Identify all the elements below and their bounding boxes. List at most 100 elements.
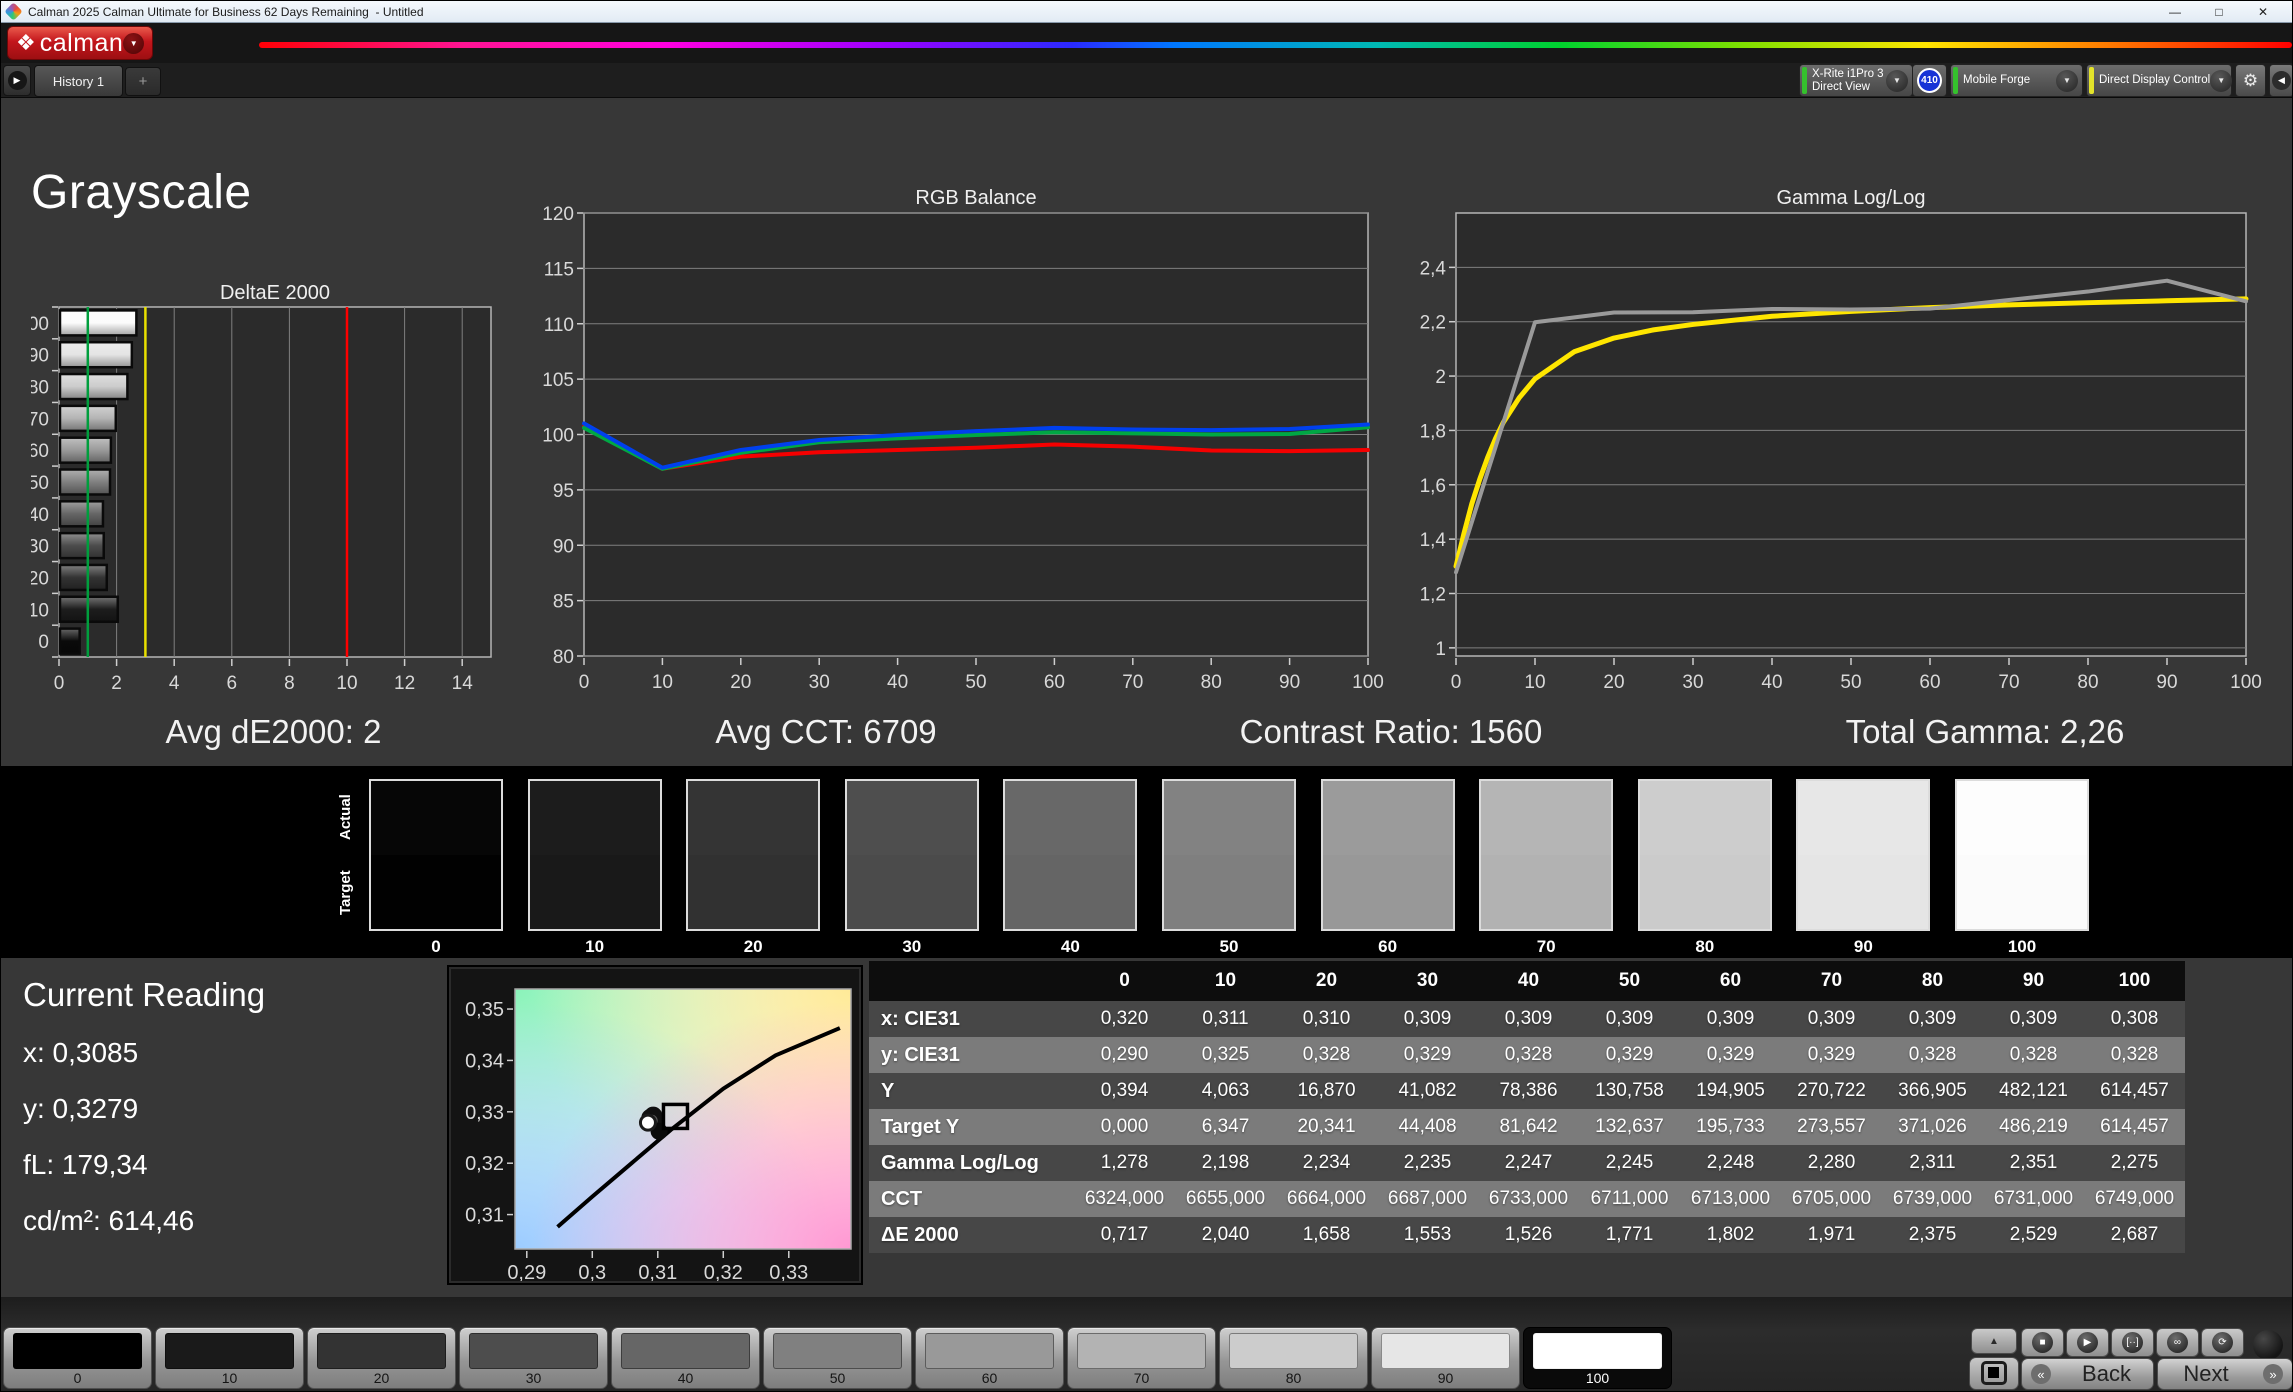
actual-patch: [529, 781, 660, 855]
pattern-button-80[interactable]: 80: [1219, 1327, 1368, 1389]
grayscale-swatch-20: 20: [686, 779, 821, 956]
source-status-stripe: [1953, 67, 1958, 94]
pattern-window-button[interactable]: [1969, 1357, 2019, 1390]
table-cell: 6713,000: [1680, 1181, 1781, 1217]
table-cell: 1,971: [1781, 1217, 1882, 1253]
table-cell: 78,386: [1478, 1073, 1579, 1109]
play-icon: ▶: [2077, 1332, 2098, 1353]
table-cell: 2,198: [1175, 1145, 1276, 1181]
svg-text:4: 4: [169, 673, 180, 694]
measurement-table: 0 10 20 30 40 50 60 70 80 90 100 x: CIE31 0,320 0,311…: [869, 961, 2185, 1253]
table-cell: 2,375: [1882, 1217, 1983, 1253]
table-cell: 2,235: [1377, 1145, 1478, 1181]
pattern-button-10[interactable]: 10: [155, 1327, 304, 1389]
gear-icon: ⚙: [2242, 70, 2259, 90]
meter-dropdown-display[interactable]: Direct Display Control ▼: [2086, 64, 2233, 97]
play-button[interactable]: ▶: [2066, 1328, 2109, 1357]
table-cell: 1,658: [1276, 1217, 1377, 1253]
svg-text:2: 2: [111, 673, 122, 694]
svg-text:1,4: 1,4: [1420, 530, 1447, 551]
add-tab-button[interactable]: +: [125, 67, 161, 96]
svg-text:70: 70: [1122, 672, 1143, 693]
svg-text:14: 14: [452, 673, 474, 694]
maximize-button[interactable]: □: [2212, 2, 2226, 22]
svg-text:0,33: 0,33: [769, 1262, 808, 1281]
svg-text:115: 115: [544, 259, 574, 280]
chevron-down-icon: ▼: [2210, 69, 2233, 92]
svg-text:10: 10: [336, 673, 357, 694]
pattern-button-20[interactable]: 20: [307, 1327, 456, 1389]
pattern-button-90[interactable]: 90: [1371, 1327, 1520, 1389]
tab-history-1[interactable]: History 1: [34, 65, 123, 97]
display-status-stripe: [2089, 67, 2094, 94]
pattern-button-40[interactable]: 40: [611, 1327, 760, 1389]
actual-patch: [1005, 781, 1136, 855]
table-cell: 6739,000: [1882, 1181, 1983, 1217]
close-button[interactable]: ✕: [2256, 2, 2270, 22]
next-button[interactable]: Next »: [2157, 1358, 2292, 1390]
stop-button[interactable]: ■: [2021, 1328, 2064, 1357]
svg-text:20: 20: [31, 568, 49, 589]
table-cell: 2,311: [1882, 1145, 1983, 1181]
swatch-level-label: 0: [431, 937, 441, 956]
deltae-2000-chart: DeltaE 2000 0 2 4 6 8 10 12 14 0 10 20 30 40 50 60 70 80 9…: [17, 281, 501, 701]
summary-stats: Avg dE2000: 2 Avg CCT: 6709 Contrast Rat…: [1, 701, 2292, 763]
svg-text:0: 0: [54, 673, 65, 694]
svg-text:80: 80: [1201, 672, 1222, 693]
stat-total-gamma: Total Gamma: 2,26: [1845, 713, 2125, 750]
table-cell: 0,328: [1882, 1037, 1983, 1073]
pattern-button-60[interactable]: 60: [915, 1327, 1064, 1389]
stop-icon: ■: [2032, 1332, 2053, 1353]
actual-patch: [1481, 781, 1612, 855]
minimize-button[interactable]: —: [2168, 2, 2182, 22]
pattern-up-button[interactable]: ▲: [1971, 1328, 2017, 1354]
meter-badge-button[interactable]: 410: [1912, 64, 1947, 97]
svg-text:10: 10: [1524, 672, 1545, 693]
pattern-button-100[interactable]: 100: [1523, 1327, 1672, 1389]
svg-text:30: 30: [1682, 672, 1703, 693]
calman-logo-icon: ❖: [16, 30, 36, 55]
calman-wordmark: calman: [39, 28, 124, 57]
table-cell: 366,905: [1882, 1073, 1983, 1109]
spectrum-bar: [259, 42, 2292, 48]
interval-button[interactable]: [··]: [2111, 1328, 2154, 1357]
pattern-label: 80: [1285, 1370, 1302, 1386]
actual-row-label: Actual: [337, 794, 354, 840]
svg-text:1,6: 1,6: [1420, 476, 1446, 497]
meter-count-badge: 410: [1917, 68, 1942, 93]
svg-text:90: 90: [553, 536, 574, 557]
actual-patch: [846, 781, 977, 855]
table-column-header: 70: [1781, 961, 1882, 1001]
svg-text:95: 95: [553, 481, 574, 502]
table-cell: 6705,000: [1781, 1181, 1882, 1217]
svg-text:10: 10: [652, 672, 673, 693]
svg-text:50: 50: [1840, 672, 1861, 693]
meter-dropdown-i1pro[interactable]: X-Rite i1Pro 3 Direct View ▼: [1799, 64, 1913, 97]
pattern-button-30[interactable]: 30: [459, 1327, 608, 1389]
chevron-left-icon: ◀: [2272, 71, 2291, 90]
calman-menu-button[interactable]: ❖ calman ▼: [7, 26, 153, 60]
pattern-button-0[interactable]: 0: [3, 1327, 152, 1389]
swatch-level-label: 80: [1695, 937, 1715, 956]
history-expander-button[interactable]: ▶: [3, 65, 31, 96]
table-cell: 1,771: [1579, 1217, 1680, 1253]
pattern-button-50[interactable]: 50: [763, 1327, 912, 1389]
svg-text:40: 40: [1761, 672, 1782, 693]
settings-button[interactable]: ⚙: [2235, 64, 2266, 97]
continuous-button[interactable]: ∞: [2156, 1328, 2199, 1357]
table-column-header: 20: [1276, 961, 1377, 1001]
meter-dropdown-source[interactable]: Mobile Forge ▼: [1950, 64, 2083, 97]
table-cell: 0,290: [1074, 1037, 1175, 1073]
loop-button[interactable]: ⟳: [2201, 1328, 2244, 1357]
back-button[interactable]: « Back: [2021, 1358, 2154, 1390]
actual-patch: [371, 781, 501, 855]
pattern-bar: ▲ ■ ▶ [··] ∞ ⟳ « Back Next » 0 10 20 30 40 50 60 70…: [1, 1297, 2292, 1391]
grayscale-swatch-60: 60: [1320, 779, 1455, 956]
svg-text:0,3: 0,3: [578, 1262, 606, 1281]
table-cell: 1,553: [1377, 1217, 1478, 1253]
pattern-button-70[interactable]: 70: [1067, 1327, 1216, 1389]
grayscale-swatch-100: 100: [1955, 779, 2089, 956]
target-patch: [1957, 855, 2087, 929]
actual-patch: [1322, 781, 1453, 855]
collapse-panel-button[interactable]: ◀: [2269, 64, 2292, 97]
